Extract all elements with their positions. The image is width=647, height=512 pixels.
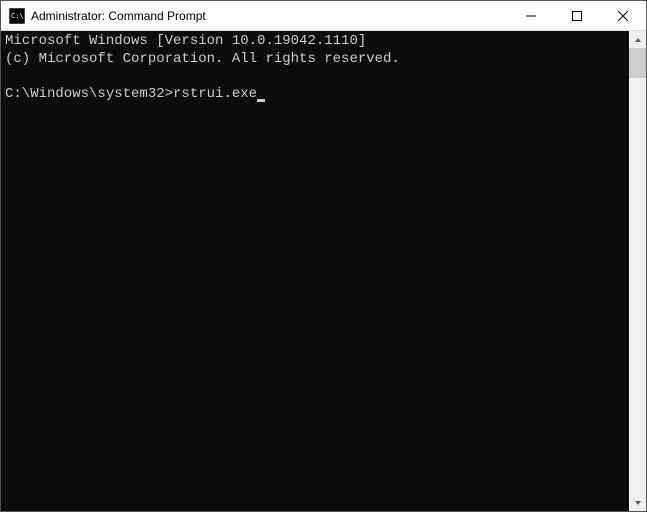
maximize-button[interactable] <box>554 1 600 30</box>
command-input[interactable]: rstrui.exe <box>173 86 257 102</box>
terminal-output[interactable]: Microsoft Windows [Version 10.0.19042.11… <box>1 31 629 511</box>
cursor <box>257 99 265 102</box>
prompt: C:\Windows\system32> <box>5 86 173 102</box>
close-button[interactable] <box>600 1 646 30</box>
scroll-track[interactable] <box>629 48 646 494</box>
scroll-up-button[interactable] <box>629 31 646 48</box>
minimize-button[interactable] <box>508 1 554 30</box>
command-prompt-window: C:\ Administrator: Command Prompt Micros… <box>0 0 647 512</box>
window-controls <box>508 1 646 30</box>
content-area: Microsoft Windows [Version 10.0.19042.11… <box>1 31 646 511</box>
blank-line <box>5 68 625 86</box>
scroll-down-button[interactable] <box>629 494 646 511</box>
cmd-icon: C:\ <box>9 8 25 24</box>
scroll-thumb[interactable] <box>629 48 646 78</box>
titlebar[interactable]: C:\ Administrator: Command Prompt <box>1 1 646 31</box>
vertical-scrollbar[interactable] <box>629 31 646 511</box>
window-title: Administrator: Command Prompt <box>31 9 508 23</box>
prompt-line: C:\Windows\system32>rstrui.exe <box>5 86 625 104</box>
banner-line: (c) Microsoft Corporation. All rights re… <box>5 51 625 69</box>
svg-text:C:\: C:\ <box>11 12 24 20</box>
banner-line: Microsoft Windows [Version 10.0.19042.11… <box>5 33 625 51</box>
